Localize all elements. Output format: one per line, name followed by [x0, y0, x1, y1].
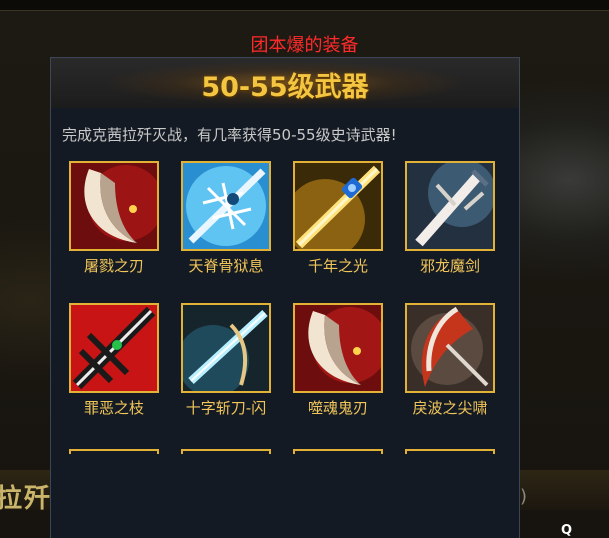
- panel-description: 完成克茜拉歼灭战，有几率获得50-55级史诗武器!: [62, 126, 397, 144]
- weapon-slot[interactable]: [181, 303, 271, 393]
- weapon-name: 噬魂鬼刃: [307, 399, 368, 417]
- weapon-item[interactable]: 噬魂鬼刃: [291, 303, 385, 418]
- hud-q-key[interactable]: Q: [561, 523, 572, 538]
- weapon-item[interactable]: 罪恶之枝: [67, 303, 161, 418]
- dragon-sword-icon: [407, 163, 493, 249]
- weapon-item[interactable]: 邪龙魔剑: [403, 161, 497, 276]
- weapon-slot[interactable]: [405, 303, 495, 393]
- weapon-slot[interactable]: [69, 161, 159, 251]
- panel-header: 50-55级武器: [51, 58, 519, 108]
- weapon-slot-partial[interactable]: [405, 449, 495, 454]
- background-paren: ): [520, 486, 528, 507]
- weapon-item[interactable]: 戾波之尖啸: [403, 303, 497, 418]
- page-heading: 团本爆的装备: [250, 35, 359, 56]
- weapon-item[interactable]: 天脊骨狱息: [179, 161, 273, 276]
- panel-title: 50-55级武器: [201, 72, 369, 103]
- weapon-slot-partial[interactable]: [293, 449, 383, 454]
- weapon-name: 戾波之尖啸: [412, 399, 488, 417]
- wave-scythe-icon: [407, 305, 493, 391]
- top-bar: [0, 0, 609, 11]
- weapon-name: 十字斩刀-闪: [185, 399, 267, 417]
- golden-lance-icon: [295, 163, 381, 249]
- crimson-spear-icon: [71, 305, 157, 391]
- weapon-name: 千年之光: [307, 257, 368, 275]
- soul-blade-icon: [295, 305, 381, 391]
- weapon-slot[interactable]: [293, 303, 383, 393]
- weapon-slot[interactable]: [405, 161, 495, 251]
- weapon-item[interactable]: 千年之光: [291, 161, 385, 276]
- weapon-slot[interactable]: [69, 303, 159, 393]
- cross-katana-icon: [183, 305, 269, 391]
- weapon-slot-partial[interactable]: [181, 449, 271, 454]
- weapon-name: 邪龙魔剑: [419, 257, 480, 275]
- background-text: 拉歼: [0, 484, 53, 514]
- weapon-name: 天脊骨狱息: [188, 257, 264, 275]
- weapon-name: 罪恶之枝: [83, 399, 144, 417]
- weapon-item[interactable]: 屠戮之刃: [67, 161, 161, 276]
- spine-staff-icon: [183, 163, 269, 249]
- weapon-name: 屠戮之刃: [83, 257, 144, 275]
- weapon-slot[interactable]: [181, 161, 271, 251]
- weapon-slot-partial[interactable]: [69, 449, 159, 454]
- curved-blade-icon: [71, 163, 157, 249]
- weapon-panel: 50-55级武器 完成克茜拉歼灭战，有几率获得50-55级史诗武器! 屠戮之刃: [50, 57, 520, 538]
- weapon-slot[interactable]: [293, 161, 383, 251]
- weapon-item[interactable]: 十字斩刀-闪: [179, 303, 273, 418]
